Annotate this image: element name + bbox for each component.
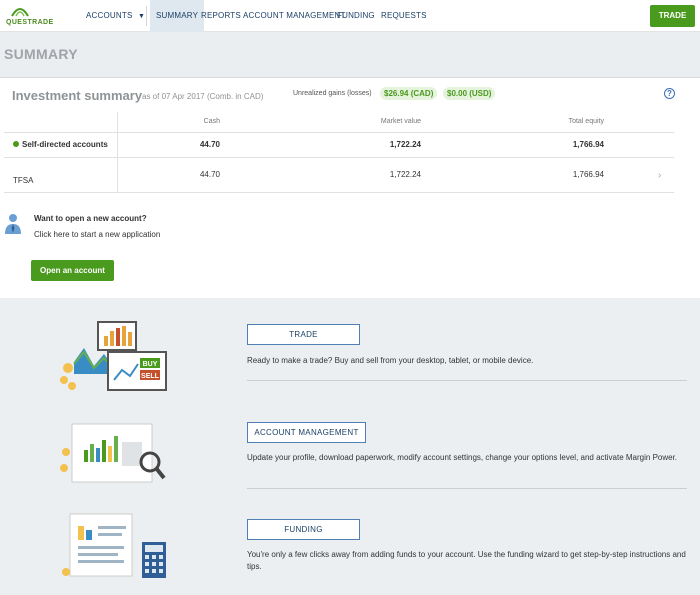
nav-accounts-label: ACCOUNTS xyxy=(86,11,133,20)
investment-summary-date: as of 07 Apr 2017 (Comb. in CAD) xyxy=(142,92,264,101)
trade-section-button[interactable]: TRADE xyxy=(247,324,360,345)
open-account-button[interactable]: Open an account xyxy=(31,260,114,281)
investment-summary-title: Investment summary xyxy=(12,88,143,103)
nav-divider xyxy=(146,6,147,26)
questrade-logo[interactable]: QUESTRADE xyxy=(6,6,66,28)
table-row-self-directed: Self-directed accounts xyxy=(13,140,108,149)
row-label-self-directed: Self-directed accounts xyxy=(22,140,108,149)
sell-label: SELL xyxy=(141,373,160,380)
column-header-market-value: Market value xyxy=(380,118,421,125)
column-header-cash: Cash xyxy=(203,118,220,125)
status-dot-icon xyxy=(13,141,19,147)
chevron-right-icon[interactable]: › xyxy=(658,170,661,181)
gains-cad-badge: $26.94 (CAD) xyxy=(380,87,438,100)
top-nav: QUESTRADE ACCOUNTS ▼ SUMMARY REPORTS ACC… xyxy=(0,0,700,32)
account-management-section-text: Update your profile, download paperwork,… xyxy=(247,453,678,462)
cell-cash: 44.70 xyxy=(199,170,220,179)
nav-summary[interactable]: SUMMARY xyxy=(150,0,205,32)
new-account-title: Want to open a new account? xyxy=(34,214,147,223)
nav-account-management[interactable]: ACCOUNT MANAGEMENT xyxy=(243,0,346,32)
trade-section-text: Ready to make a trade? Buy and sell from… xyxy=(247,356,534,365)
person-icon xyxy=(5,214,21,234)
report-magnifier-icon xyxy=(60,423,166,483)
funding-section-button[interactable]: FUNDING xyxy=(247,519,360,540)
cell-cash: 44.70 xyxy=(199,140,220,149)
nav-reports[interactable]: REPORTS xyxy=(201,0,241,32)
cell-total-equity: 1,766.94 xyxy=(572,170,604,179)
account-management-section-button[interactable]: ACCOUNT MANAGEMENT xyxy=(247,422,366,443)
column-header-total-equity: Total equity xyxy=(568,118,604,125)
row-label-tfsa: TFSA xyxy=(13,176,34,185)
logo-text: QUESTRADE xyxy=(6,19,54,26)
buy-label: BUY xyxy=(143,361,158,368)
summary-header: SUMMARY xyxy=(0,32,700,78)
help-icon[interactable]: ? xyxy=(664,88,675,99)
gains-usd-badge: $0.00 (USD) xyxy=(443,87,496,100)
funding-calculator-icon xyxy=(62,513,166,578)
funding-section-text: You're only a few clicks away from addin… xyxy=(247,550,686,571)
nav-funding[interactable]: FUNDING xyxy=(337,0,375,32)
cell-total-equity: 1,766.94 xyxy=(572,140,604,149)
cell-market-value: 1,722.24 xyxy=(389,170,421,179)
page-title: SUMMARY xyxy=(4,46,78,62)
new-account-link[interactable]: Click here to start a new application xyxy=(34,230,160,239)
nav-accounts[interactable]: ACCOUNTS ▼ xyxy=(86,0,145,32)
trade-button[interactable]: TRADE xyxy=(650,5,695,27)
table-header-line xyxy=(4,132,674,133)
trading-screens-icon: BUY SELL xyxy=(60,321,167,391)
section-divider xyxy=(247,488,687,489)
chevron-down-icon: ▼ xyxy=(137,13,146,20)
unrealized-gains-label: Unrealized gains (losses) xyxy=(293,90,372,97)
cell-market-value: 1,722.24 xyxy=(389,140,421,149)
table-bottom-line xyxy=(4,192,674,193)
logo-mark-icon xyxy=(11,8,29,17)
section-divider xyxy=(247,380,687,381)
table-row-tfsa[interactable]: TFSA 44.70 1,722.24 1,766.94 xyxy=(4,158,674,191)
nav-requests[interactable]: REQUESTS xyxy=(381,0,427,32)
